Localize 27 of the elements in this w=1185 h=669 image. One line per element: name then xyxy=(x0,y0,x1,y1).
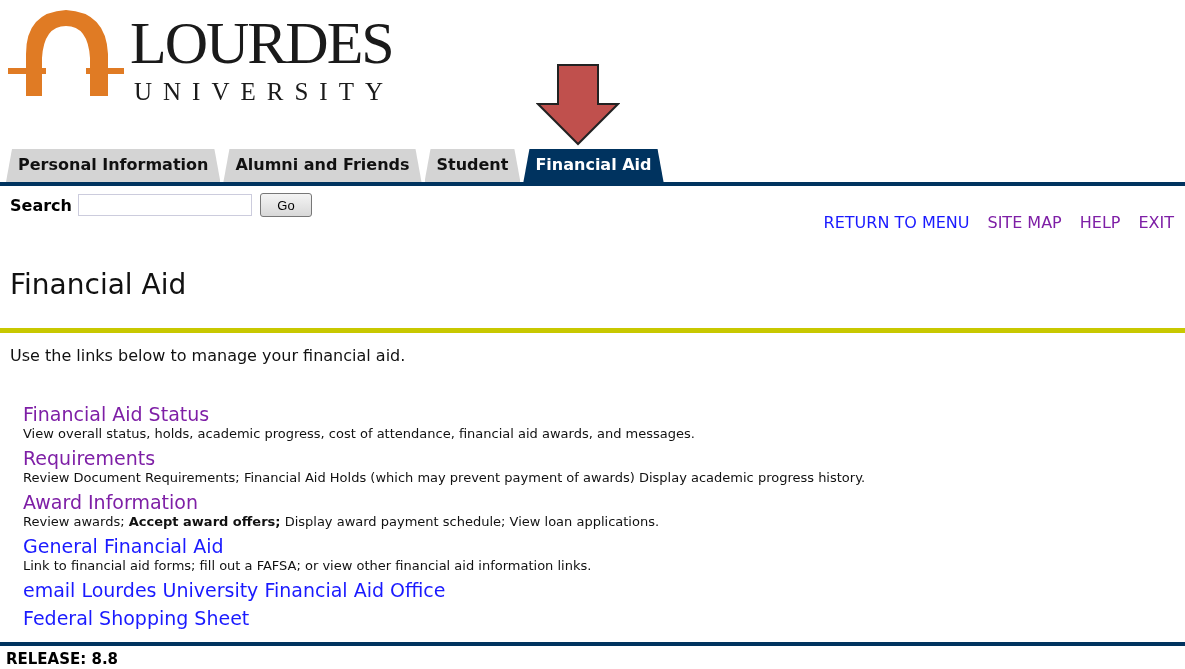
logo-subtitle: UNIVERSITY xyxy=(134,78,394,106)
go-button[interactable]: Go xyxy=(259,193,312,217)
menu-link[interactable]: Award Information xyxy=(23,491,198,513)
menu-link[interactable]: General Financial Aid xyxy=(23,535,224,557)
nav-link[interactable]: EXIT xyxy=(1138,213,1174,232)
menu-link[interactable]: email Lourdes University Financial Aid Office xyxy=(23,579,446,601)
page-title: Financial Aid xyxy=(10,268,188,301)
nav-tab[interactable]: Student xyxy=(424,149,521,182)
nav-tab[interactable]: Personal Information xyxy=(6,149,221,182)
down-arrow-icon xyxy=(536,64,620,146)
logo-wordmark: LOURDES xyxy=(130,14,394,72)
search-field[interactable] xyxy=(77,194,252,216)
release-text: RELEASE: 8.8 xyxy=(6,650,119,668)
link-description: Review awards; Accept award offers; Display award payment schedule; View loan applications. xyxy=(23,513,661,531)
link-description: Link to financial aid forms; fill out a FAFSA; or view other financial aid information links. xyxy=(23,557,593,575)
menu-link[interactable]: Financial Aid Status xyxy=(23,403,210,425)
nav-link[interactable]: RETURN TO MENU xyxy=(823,213,970,232)
nav-link[interactable]: SITE MAP xyxy=(987,213,1062,232)
link-description: View overall status, holds, academic progress, cost of attendance, financial aid awards, and messages. xyxy=(23,425,696,443)
menu-link[interactable]: Federal Shopping Sheet xyxy=(23,607,250,629)
nav-tab[interactable]: Financial Aid xyxy=(523,149,664,182)
intro-text: Use the links below to manage your financial aid. xyxy=(10,346,407,365)
nav-link[interactable]: HELP xyxy=(1079,213,1121,232)
search-label: Search xyxy=(10,195,72,215)
link-description: Review Document Requirements; Financial Aid Holds (which may prevent payment of awards) Display academic progress history. xyxy=(23,469,867,487)
menu-link[interactable]: Requirements xyxy=(23,447,156,469)
nav-tab[interactable]: Alumni and Friends xyxy=(223,149,422,182)
